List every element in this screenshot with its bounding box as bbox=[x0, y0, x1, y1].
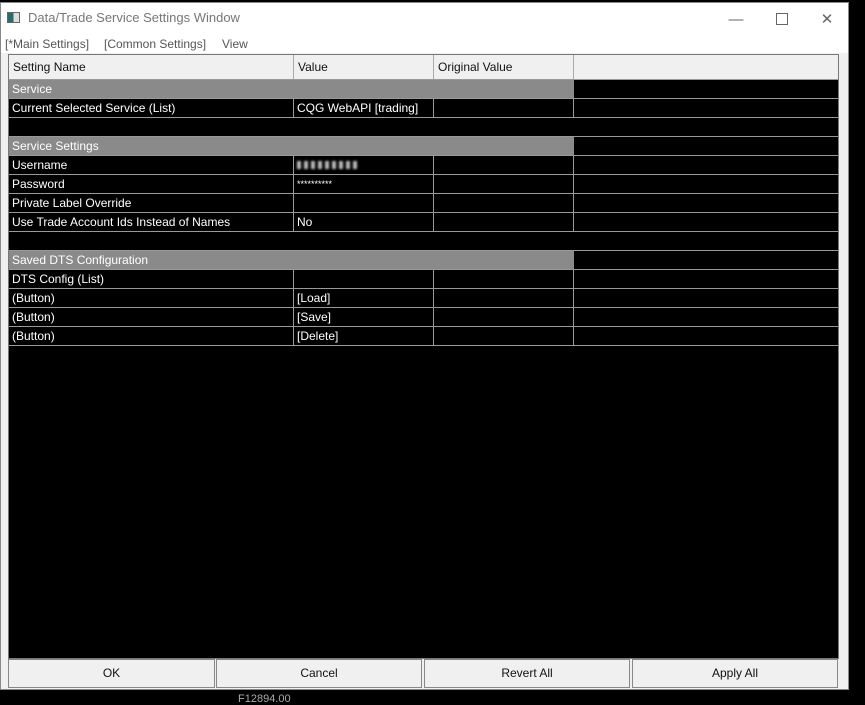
setting-row[interactable]: Username bbox=[9, 156, 838, 175]
maximize-icon bbox=[776, 13, 788, 25]
minimize-button[interactable]: — bbox=[713, 5, 759, 33]
section-title: Saved DTS Configuration bbox=[9, 251, 574, 270]
title-bar: Data/Trade Service Settings Window — ✕ bbox=[1, 3, 848, 34]
grid-header: Setting Name Value Original Value bbox=[9, 55, 838, 80]
section-title: Service bbox=[9, 80, 574, 99]
setting-value-cell[interactable]: [Delete] bbox=[294, 327, 434, 346]
minimize-icon: — bbox=[728, 10, 744, 28]
setting-row[interactable]: (Button) [Delete] bbox=[9, 327, 838, 346]
section-header: Saved DTS Configuration bbox=[9, 251, 838, 270]
original-value-cell bbox=[434, 289, 574, 308]
section-filler bbox=[574, 80, 838, 99]
close-button[interactable]: ✕ bbox=[804, 5, 850, 33]
extra-cell bbox=[574, 270, 838, 289]
original-value-cell bbox=[434, 156, 574, 175]
blank-row bbox=[9, 118, 838, 137]
app-icon bbox=[7, 12, 20, 23]
original-value-cell bbox=[434, 270, 574, 289]
blank-row bbox=[9, 232, 838, 251]
original-value-cell bbox=[434, 194, 574, 213]
original-value-cell bbox=[434, 213, 574, 232]
setting-value-cell[interactable] bbox=[294, 194, 434, 213]
blank-cell bbox=[9, 232, 838, 251]
window-title: Data/Trade Service Settings Window bbox=[28, 10, 240, 25]
extra-cell bbox=[574, 289, 838, 308]
setting-name-cell: Password bbox=[9, 175, 294, 194]
setting-name-cell: DTS Config (List) bbox=[9, 270, 294, 289]
setting-row[interactable]: Use Trade Account Ids Instead of Names No bbox=[9, 213, 838, 232]
menu-main-settings[interactable]: [*Main Settings] bbox=[5, 37, 89, 51]
menu-view[interactable]: View bbox=[222, 37, 248, 51]
background-price-label: F12894.00 bbox=[238, 693, 291, 705]
setting-row[interactable]: Private Label Override bbox=[9, 194, 838, 213]
section-filler bbox=[574, 251, 838, 270]
section-filler bbox=[574, 137, 838, 156]
extra-cell bbox=[574, 175, 838, 194]
setting-value-cell[interactable]: [Load] bbox=[294, 289, 434, 308]
section-header: Service bbox=[9, 80, 838, 99]
blank-cell bbox=[9, 118, 838, 137]
extra-cell bbox=[574, 213, 838, 232]
original-value-cell bbox=[434, 327, 574, 346]
button-bar: OK Cancel Revert All Apply All bbox=[8, 659, 839, 689]
setting-name-cell: Private Label Override bbox=[9, 194, 294, 213]
extra-cell bbox=[574, 308, 838, 327]
extra-cell bbox=[574, 327, 838, 346]
setting-name-cell: Current Selected Service (List) bbox=[9, 99, 294, 118]
setting-row[interactable]: DTS Config (List) bbox=[9, 270, 838, 289]
maximize-button[interactable] bbox=[759, 5, 805, 33]
settings-window: Data/Trade Service Settings Window — ✕ [… bbox=[0, 2, 849, 690]
setting-row[interactable]: Password ********** bbox=[9, 175, 838, 194]
setting-row[interactable]: Current Selected Service (List) CQG WebAP… bbox=[9, 99, 838, 118]
settings-grid: Setting Name Value Original Value Servic… bbox=[8, 54, 839, 659]
section-title: Service Settings bbox=[9, 137, 574, 156]
column-setting-name[interactable]: Setting Name bbox=[9, 55, 294, 79]
setting-value-cell[interactable] bbox=[294, 156, 434, 175]
cancel-button[interactable]: Cancel bbox=[216, 659, 422, 688]
setting-value-cell[interactable]: CQG WebAPI [trading] bbox=[294, 99, 434, 118]
setting-value-cell[interactable] bbox=[294, 270, 434, 289]
column-original-value[interactable]: Original Value bbox=[434, 55, 574, 79]
setting-value-cell[interactable]: [Save] bbox=[294, 308, 434, 327]
redacted-username bbox=[297, 161, 357, 169]
setting-value-cell[interactable]: No bbox=[294, 213, 434, 232]
extra-cell bbox=[574, 99, 838, 118]
setting-name-cell: Use Trade Account Ids Instead of Names bbox=[9, 213, 294, 232]
original-value-cell bbox=[434, 99, 574, 118]
section-header: Service Settings bbox=[9, 137, 838, 156]
setting-name-cell: (Button) bbox=[9, 289, 294, 308]
setting-name-cell: (Button) bbox=[9, 308, 294, 327]
original-value-cell bbox=[434, 308, 574, 327]
original-value-cell bbox=[434, 175, 574, 194]
ok-button[interactable]: OK bbox=[8, 659, 215, 688]
setting-row[interactable]: (Button) [Load] bbox=[9, 289, 838, 308]
menu-bar: [*Main Settings] [Common Settings] View bbox=[1, 34, 848, 53]
setting-row[interactable]: (Button) [Save] bbox=[9, 308, 838, 327]
setting-name-cell: (Button) bbox=[9, 327, 294, 346]
revert-all-button[interactable]: Revert All bbox=[424, 659, 630, 688]
close-icon: ✕ bbox=[820, 11, 834, 28]
menu-common-settings[interactable]: [Common Settings] bbox=[104, 37, 206, 51]
column-extra bbox=[574, 55, 838, 79]
apply-all-button[interactable]: Apply All bbox=[632, 659, 838, 688]
extra-cell bbox=[574, 156, 838, 175]
setting-value-cell[interactable]: ********** bbox=[294, 175, 434, 194]
extra-cell bbox=[574, 194, 838, 213]
column-value[interactable]: Value bbox=[294, 55, 434, 79]
setting-name-cell: Username bbox=[9, 156, 294, 175]
